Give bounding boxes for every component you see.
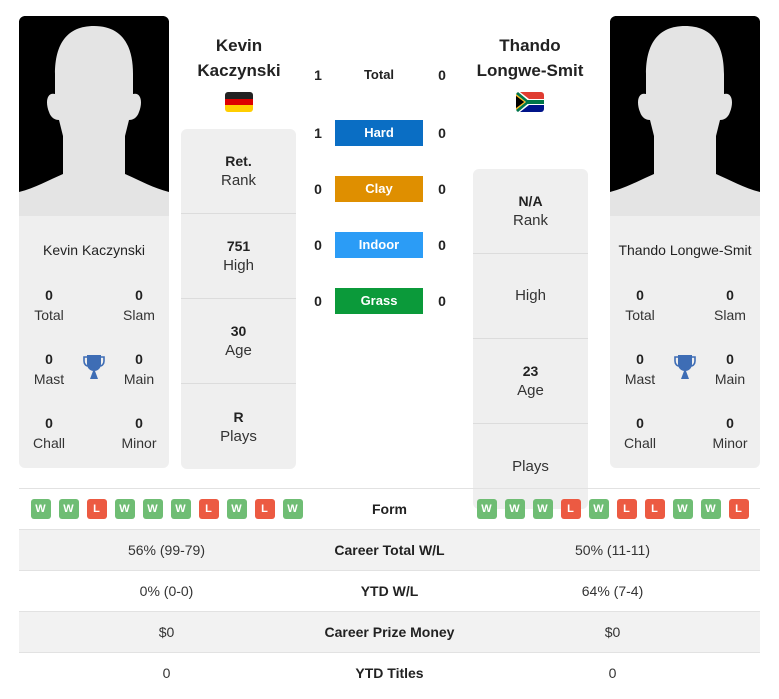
form-badge-win[interactable]: W bbox=[58, 499, 79, 519]
form-badge-loss[interactable]: L bbox=[644, 499, 665, 519]
player-name-right: Thando Longwe-Smit bbox=[618, 242, 752, 258]
form-badge-win[interactable]: W bbox=[700, 499, 721, 519]
h2h-row-hard: 1 Hard 0 bbox=[305, 120, 455, 146]
form-badge-win[interactable]: W bbox=[588, 499, 609, 519]
stat-age-left: 30 Age bbox=[181, 299, 296, 384]
ytd-titles-right: 0 bbox=[608, 665, 617, 681]
form-right: WWWLWLLWWL bbox=[465, 499, 760, 519]
form-row: WWLWWWLWLW Form WWWLWLLWWL bbox=[19, 488, 760, 529]
player-heading-right[interactable]: Thando Longwe-Smit bbox=[455, 33, 605, 83]
player-card-right: Thando Longwe-Smit 0 Total 0 Slam 0 Mast 0M… bbox=[610, 16, 760, 468]
form-badge-win[interactable]: W bbox=[226, 499, 247, 519]
form-badge-win[interactable]: W bbox=[282, 499, 303, 519]
titles-main-right: 0 Main bbox=[714, 351, 746, 387]
titles-slam-right: 0 Slam bbox=[714, 287, 746, 323]
titles-total-right: 0 Total bbox=[625, 287, 655, 323]
titles-minor-left: 0 Minor bbox=[121, 415, 157, 451]
form-badge-win[interactable]: W bbox=[170, 499, 191, 519]
titles-mast-left: 0 Mast bbox=[33, 351, 65, 387]
titles-chall-right: 0 Chall bbox=[624, 415, 656, 451]
trophy-icon bbox=[83, 355, 105, 379]
player-stats-left: Ret. Rank 751 High 30 Age R Plays bbox=[181, 129, 296, 469]
player-heading-left[interactable]: Kevin Kaczynski bbox=[164, 33, 314, 83]
ytd-titles-label: YTD Titles bbox=[355, 665, 424, 681]
career-wl-left: 56% (99-79) bbox=[127, 542, 206, 558]
career-wl-label: Career Total W/L bbox=[334, 542, 445, 558]
ytd-wl-left: 0% (0-0) bbox=[139, 583, 194, 599]
form-badge-win[interactable]: W bbox=[142, 499, 163, 519]
surface-badge-grass[interactable]: Grass bbox=[335, 288, 423, 314]
player-stats-right: N/A Rank High 23 Age Plays bbox=[473, 169, 588, 509]
prize-money-left: $0 bbox=[158, 624, 175, 640]
form-badge-loss[interactable]: L bbox=[560, 499, 581, 519]
form-badge-win[interactable]: W bbox=[504, 499, 525, 519]
titles-slam-left: 0 Slam bbox=[123, 287, 155, 323]
ytd-wl-right: 64% (7-4) bbox=[581, 583, 644, 599]
silhouette-icon bbox=[19, 16, 169, 216]
form-badge-loss[interactable]: L bbox=[616, 499, 637, 519]
player-photo-left bbox=[19, 16, 169, 216]
table-row: 0 YTD Titles 0 bbox=[19, 652, 760, 693]
prize-money-right: $0 bbox=[604, 624, 621, 640]
form-badge-win[interactable]: W bbox=[532, 499, 553, 519]
surface-badge-hard[interactable]: Hard bbox=[335, 120, 423, 146]
stat-rank-left: Ret. Rank bbox=[181, 129, 296, 214]
surface-badge-clay[interactable]: Clay bbox=[335, 176, 423, 202]
h2h-row-indoor: 0 Indoor 0 bbox=[305, 232, 455, 258]
titles-minor-right: 0 Minor bbox=[712, 415, 748, 451]
stat-plays-left: R Plays bbox=[220, 408, 257, 445]
stat-age-right: 23 Age bbox=[473, 339, 588, 424]
h2h-row-clay: 0 Clay 0 bbox=[305, 176, 455, 202]
table-row: 56% (99-79) Career Total W/L 50% (11-11) bbox=[19, 529, 760, 570]
form-badge-loss[interactable]: L bbox=[86, 499, 107, 519]
prize-money-label: Career Prize Money bbox=[324, 624, 455, 640]
player-card-left: Kevin Kaczynski 0 Total 0 Slam 0 Mast 0 Main… bbox=[19, 16, 169, 468]
player-photo-right bbox=[610, 16, 760, 216]
form-badge-loss[interactable]: L bbox=[254, 499, 275, 519]
south-africa-flag-icon bbox=[516, 92, 544, 112]
stat-high-right: High bbox=[473, 254, 588, 339]
form-badge-win[interactable]: W bbox=[30, 499, 51, 519]
titles-main-left: 0 Main bbox=[123, 351, 155, 387]
form-badge-win[interactable]: W bbox=[672, 499, 693, 519]
table-row: $0 Career Prize Money $0 bbox=[19, 611, 760, 652]
career-wl-right: 50% (11-11) bbox=[575, 542, 650, 558]
h2h-row-total: 1 Total 0 bbox=[305, 62, 455, 88]
form-label: Form bbox=[372, 501, 407, 517]
form-badge-win[interactable]: W bbox=[476, 499, 497, 519]
silhouette-icon bbox=[610, 16, 760, 216]
stat-high-left: 751 High bbox=[181, 214, 296, 299]
form-left: WWLWWWLWLW bbox=[19, 499, 314, 519]
form-badge-win[interactable]: W bbox=[114, 499, 135, 519]
table-row: 0% (0-0) YTD W/L 64% (7-4) bbox=[19, 570, 760, 611]
h2h-row-grass: 0 Grass 0 bbox=[305, 288, 455, 314]
trophy-icon bbox=[674, 355, 696, 379]
form-badge-loss[interactable]: L bbox=[198, 499, 219, 519]
h2h-label-total: Total bbox=[363, 67, 395, 82]
titles-mast-right: 0 Mast bbox=[624, 351, 656, 387]
titles-chall-left: 0 Chall bbox=[33, 415, 65, 451]
stat-rank-right: N/A Rank bbox=[473, 169, 588, 254]
ytd-wl-label: YTD W/L bbox=[360, 583, 419, 599]
titles-total-left: 0 Total bbox=[34, 287, 64, 323]
surface-badge-indoor[interactable]: Indoor bbox=[335, 232, 423, 258]
germany-flag-icon bbox=[225, 92, 253, 112]
ytd-titles-left: 0 bbox=[162, 665, 171, 681]
form-badge-loss[interactable]: L bbox=[728, 499, 749, 519]
comparison-table: WWLWWWLWLW Form WWWLWLLWWL 56% (99-79) C… bbox=[19, 488, 760, 693]
player-name-left: Kevin Kaczynski bbox=[43, 242, 145, 258]
